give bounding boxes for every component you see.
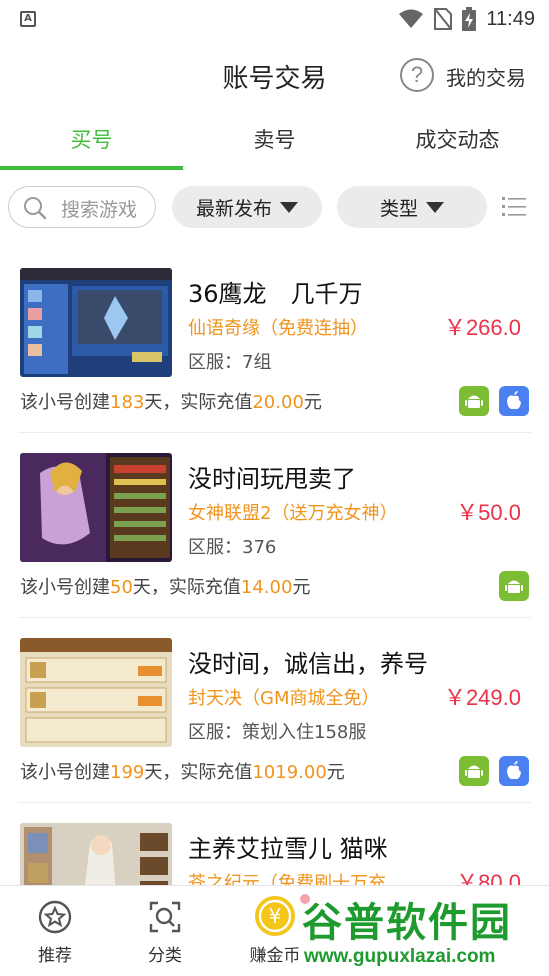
meta-suffix: 元: [303, 392, 322, 413]
coin-icon: ¥: [255, 896, 295, 936]
list-icon[interactable]: [502, 196, 526, 218]
status-time: 11:49: [486, 7, 535, 30]
tab-buy[interactable]: 买号: [0, 112, 183, 168]
apple-icon: [499, 386, 529, 416]
status-bar: A 11:49: [0, 0, 549, 38]
wifi-icon: [399, 9, 424, 28]
nav-label: 推荐: [38, 946, 72, 966]
android-icon: [459, 386, 489, 416]
listing-item[interactable]: 没时间，诚信出，养号 封天决（GM商城全免） 区服：策划入住158服 ￥249.…: [0, 618, 549, 803]
listing-title: 主养艾拉雪儿 猫咪: [188, 835, 388, 863]
meta-mid: 天，实际充值: [144, 392, 253, 413]
android-icon: [499, 571, 529, 601]
listing-item[interactable]: 36鹰龙 几千万 仙语奇缘（免费连抽） 区服：7组 ￥266.0 该小号创建18…: [0, 248, 549, 433]
page-header: 账号交易 ? 我的交易: [0, 46, 549, 106]
listing-price: ￥266.0: [443, 315, 521, 340]
listing-price: ￥50.0: [456, 500, 521, 525]
tab-bar: 买号 卖号 成交动态: [0, 112, 549, 170]
my-trades-link[interactable]: 我的交易: [446, 62, 526, 91]
search-icon: [149, 901, 181, 933]
meta-prefix: 该小号创建: [20, 392, 110, 413]
platform-icons: [459, 756, 529, 786]
status-indicators: 11:49: [398, 6, 535, 32]
android-icon: [459, 756, 489, 786]
listing-title: 36鹰龙 几千万: [188, 280, 363, 308]
listing-game: 女神联盟2（送万充女神）: [188, 503, 398, 524]
listing-meta: 该小号创建183天，实际充值20.00元: [20, 388, 322, 414]
game-screenshot: [20, 453, 172, 562]
filter-bar: 搜索游戏 最新发布 类型: [0, 186, 549, 230]
platform-icons: [499, 571, 529, 601]
meta-suffix: 元: [292, 577, 311, 598]
listing-server: 区服：策划入住158服: [188, 722, 367, 743]
recharge-amount: 1019.00: [252, 762, 327, 783]
watermark-title: 谷普软件园: [302, 900, 512, 946]
type-label: 类型: [379, 197, 418, 220]
sort-dropdown[interactable]: 最新发布: [172, 186, 322, 228]
listing-meta: 该小号创建199天，实际充值1019.00元: [20, 758, 345, 784]
created-days: 183: [110, 392, 145, 413]
search-icon: [24, 197, 47, 220]
listing-game: 封天决（GM商城全免）: [188, 688, 380, 709]
listing-server: 区服：7组: [188, 352, 272, 373]
created-days: 50: [110, 577, 133, 598]
recharge-amount: 14.00: [240, 577, 293, 598]
caret-down-icon: [280, 201, 298, 213]
platform-icons: [459, 386, 529, 416]
listing-price: ￥249.0: [443, 685, 521, 710]
listing-title: 没时间玩甩卖了: [188, 465, 356, 493]
listing-item[interactable]: 没时间玩甩卖了 女神联盟2（送万充女神） 区服：376 ￥50.0 该小号创建5…: [0, 433, 549, 618]
nav-category[interactable]: 分类: [110, 886, 220, 976]
nav-recommend[interactable]: 推荐: [0, 886, 110, 976]
search-input[interactable]: 搜索游戏: [8, 186, 156, 228]
meta-suffix: 元: [326, 762, 345, 783]
search-placeholder: 搜索游戏: [61, 199, 138, 221]
active-tab-indicator: [0, 166, 183, 170]
nav-label: 分类: [148, 946, 182, 966]
battery-charging-icon: [462, 7, 477, 31]
listing-meta: 该小号创建50天，实际充值14.00元: [20, 573, 310, 599]
listing-game: 仙语奇缘（免费连抽）: [188, 318, 368, 339]
meta-prefix: 该小号创建: [20, 577, 110, 598]
type-dropdown[interactable]: 类型: [337, 186, 487, 228]
app-notification-icon: A: [20, 11, 36, 27]
listing-title: 没时间，诚信出，养号: [188, 650, 428, 678]
question-circle-icon[interactable]: ?: [400, 58, 434, 92]
star-icon: [38, 900, 72, 934]
game-screenshot: [20, 268, 172, 377]
tab-deal-feed[interactable]: 成交动态: [366, 112, 549, 168]
no-sim-icon: [434, 8, 453, 30]
game-screenshot: [20, 638, 172, 747]
tab-sell[interactable]: 卖号: [183, 112, 366, 168]
recharge-amount: 20.00: [252, 392, 304, 413]
meta-mid: 天，实际充值: [132, 577, 241, 598]
created-days: 199: [110, 762, 145, 783]
meta-prefix: 该小号创建: [20, 762, 110, 783]
apple-icon: [499, 756, 529, 786]
meta-mid: 天，实际充值: [144, 762, 253, 783]
listing-server: 区服：376: [188, 537, 277, 558]
site-watermark: 谷普软件园 www.gupuxlazai.com: [298, 888, 549, 976]
sort-label: 最新发布: [195, 197, 272, 220]
caret-down-icon: [426, 201, 444, 213]
watermark-url: www.gupuxlazai.com: [304, 946, 496, 967]
svg-text:¥: ¥: [269, 904, 282, 928]
